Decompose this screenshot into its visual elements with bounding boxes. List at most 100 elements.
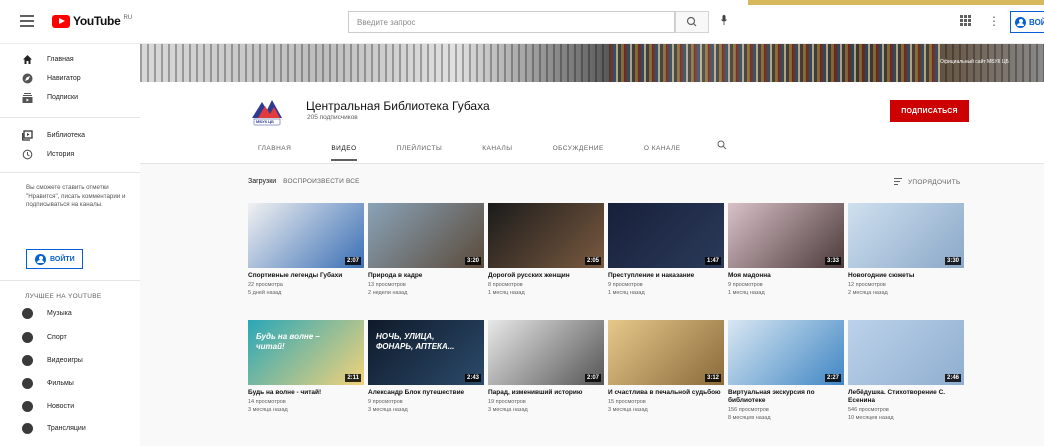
tab-home[interactable]: ГЛАВНАЯ — [258, 142, 291, 161]
sidebar-item-navigator[interactable]: Навигатор — [22, 73, 81, 84]
banner-caption[interactable]: Официальный сайт МБУК ЦБ — [940, 59, 1009, 65]
video-thumbnail[interactable]: 3:20 — [368, 203, 484, 268]
video-duration: 2:11 — [345, 374, 361, 382]
video-card[interactable]: 2:07 Парад, изменивший историю 19 просмотр… — [488, 320, 604, 414]
sort-label: УПОРЯДОЧИТЬ — [908, 179, 961, 186]
video-duration: 3:20 — [464, 257, 481, 265]
sidebar-item-label: Главная — [47, 56, 74, 63]
video-title[interactable]: Преступление и наказание — [608, 272, 724, 280]
video-title[interactable]: Александр Блок путешествие — [368, 389, 484, 397]
sort-button[interactable]: УПОРЯДОЧИТЬ — [894, 178, 961, 187]
video-thumbnail[interactable]: 2:27 — [728, 320, 844, 385]
sidebar-item-home[interactable]: Главная — [22, 54, 74, 65]
video-duration: 2:27 — [824, 374, 841, 382]
sidebar-item-library[interactable]: Библиотека — [22, 130, 85, 141]
video-views: 14 просмотров — [248, 399, 286, 405]
video-thumbnail[interactable]: Будь на волне – читай! 2:11 — [248, 320, 364, 385]
video-views: 22 просмотра — [248, 282, 283, 288]
video-meta: 9 просмотров 3 месяца назад — [368, 399, 484, 414]
video-age: 1 месяц назад — [728, 289, 765, 296]
tab-about[interactable]: О КАНАЛЕ — [644, 142, 681, 161]
video-title[interactable]: Лебёдушка. Стихотворение С. Есенина — [848, 389, 964, 405]
search-input[interactable]: Введите запрос — [348, 11, 675, 33]
video-views: 9 просмотров — [368, 399, 403, 405]
signin-label: ВОЙ — [1029, 17, 1044, 27]
video-title[interactable]: И счастлива в печальной судьбою — [608, 389, 724, 397]
video-thumbnail[interactable]: 2:46 — [848, 320, 964, 385]
tab-channels[interactable]: КАНАЛЫ — [482, 142, 512, 161]
sidebar-item-gaming[interactable]: Видеоигры — [22, 355, 83, 366]
video-age: 3 месяца назад — [488, 406, 528, 413]
video-age: 3 месяца назад — [248, 406, 288, 413]
video-card[interactable]: 3:30 Новогодние сюжеты 12 просмотров 2 меся… — [848, 203, 964, 297]
sidebar-item-news[interactable]: Новости — [22, 401, 74, 412]
video-thumbnail[interactable]: 1:47 — [608, 203, 724, 268]
video-duration: 3:30 — [944, 257, 961, 265]
channel-header: МБУК ЦБ Центральная Библиотека Губаха 20… — [140, 82, 1044, 164]
menu-icon[interactable] — [20, 15, 34, 27]
channel-search-icon[interactable] — [717, 140, 727, 150]
sidebar-login-button[interactable]: ВОЙТИ — [26, 249, 83, 269]
more-options-icon[interactable]: ⋮ — [988, 14, 1000, 28]
sidebar-item-live[interactable]: Трансляции — [22, 423, 86, 434]
tab-playlists[interactable]: ПЛЕЙЛИСТЫ — [397, 142, 443, 161]
account-icon — [1015, 16, 1026, 28]
video-title[interactable]: Природа в кадре — [368, 272, 484, 280]
video-meta: 13 просмотров 2 недели назад — [368, 282, 484, 297]
channel-avatar[interactable]: МБУК ЦБ — [248, 92, 286, 130]
subscribe-button[interactable]: ПОДПИСАТЬСЯ — [890, 100, 969, 122]
youtube-logo[interactable]: YouTube RU — [52, 14, 132, 28]
video-thumbnail[interactable]: 2:07 — [248, 203, 364, 268]
sidebar-item-sport[interactable]: Спорт — [22, 332, 67, 343]
video-age: 1 месяц назад — [608, 289, 645, 296]
microphone-icon[interactable] — [721, 15, 727, 25]
video-card[interactable]: 3:20 Природа в кадре 13 просмотров 2 недели… — [368, 203, 484, 297]
video-card[interactable]: 2:07 Спортивные легенды Губахи 22 просмотр… — [248, 203, 364, 297]
tab-videos[interactable]: ВИДЕО — [331, 142, 357, 161]
video-thumbnail[interactable]: 3:12 — [608, 320, 724, 385]
video-meta: 15 просмотров 3 месяца назад — [608, 399, 724, 414]
video-title[interactable]: Парад, изменивший историю — [488, 389, 604, 397]
video-card[interactable]: 3:33 Моя мадонна 9 просмотров 1 месяц назад — [728, 203, 844, 297]
sidebar-item-subscriptions[interactable]: Подписки — [22, 92, 78, 103]
channel-logo-text: МБУК ЦБ — [256, 119, 274, 124]
video-views: 13 просмотров — [368, 282, 406, 288]
video-card[interactable]: 2:27 Виртуальная экскурсия по библиотеке 1… — [728, 320, 844, 422]
video-meta: 9 просмотров 1 месяц назад — [608, 282, 724, 297]
video-title[interactable]: Новогодние сюжеты — [848, 272, 964, 280]
video-views: 546 просмотров — [848, 407, 889, 413]
video-title[interactable]: Виртуальная экскурсия по библиотеке — [728, 389, 844, 405]
video-age: 8 месяцев назад — [728, 414, 771, 421]
video-meta: 22 просмотра 5 дней назад — [248, 282, 364, 297]
uploads-label: Загрузки — [248, 178, 277, 185]
video-title[interactable]: Спортивные легенды Губахи — [248, 272, 364, 280]
sidebar-item-history[interactable]: История — [22, 149, 74, 160]
uploads-header: Загрузки ВОСПРОИЗВЕСТИ ВСЕ — [248, 178, 360, 185]
video-card[interactable]: 1:47 Преступление и наказание 9 просмотров… — [608, 203, 724, 297]
video-thumbnail[interactable]: 2:05 — [488, 203, 604, 268]
play-all-button[interactable]: ВОСПРОИЗВЕСТИ ВСЕ — [283, 178, 360, 185]
video-card[interactable]: 2:46 Лебёдушка. Стихотворение С. Есенина 5… — [848, 320, 964, 422]
sidebar-item-movies[interactable]: Фильмы — [22, 378, 74, 389]
library-icon — [22, 130, 33, 141]
video-thumbnail[interactable]: НОЧЬ, УЛИЦА, ФОНАРЬ, АПТЕКА... 2:43 — [368, 320, 484, 385]
video-title[interactable]: Дорогой русских женщин — [488, 272, 604, 280]
video-title[interactable]: Моя мадонна — [728, 272, 844, 280]
signin-button[interactable]: ВОЙ — [1010, 11, 1044, 33]
search-button[interactable] — [675, 11, 709, 33]
video-card[interactable]: Будь на волне – читай! 2:11 Будь на волне … — [248, 320, 364, 414]
apps-icon[interactable] — [960, 15, 971, 26]
video-card[interactable]: 2:05 Дорогой русских женщин 8 просмотров 1 … — [488, 203, 604, 297]
subscriptions-icon — [22, 93, 33, 103]
video-thumbnail[interactable]: 3:30 — [848, 203, 964, 268]
video-views: 8 просмотров — [488, 282, 523, 288]
tab-discussion[interactable]: ОБСУЖДЕНИЕ — [553, 142, 604, 161]
video-thumbnail[interactable]: 3:33 — [728, 203, 844, 268]
video-card[interactable]: НОЧЬ, УЛИЦА, ФОНАРЬ, АПТЕКА... 2:43 Алекса… — [368, 320, 484, 414]
video-age: 3 месяца назад — [368, 406, 408, 413]
video-card[interactable]: 3:12 И счастлива в печальной судьбою 15 пр… — [608, 320, 724, 414]
video-thumbnail[interactable]: 2:07 — [488, 320, 604, 385]
sidebar-item-music[interactable]: Музыка — [22, 308, 72, 319]
video-meta: 8 просмотров 1 месяц назад — [488, 282, 604, 297]
video-title[interactable]: Будь на волне - читай! — [248, 389, 364, 397]
